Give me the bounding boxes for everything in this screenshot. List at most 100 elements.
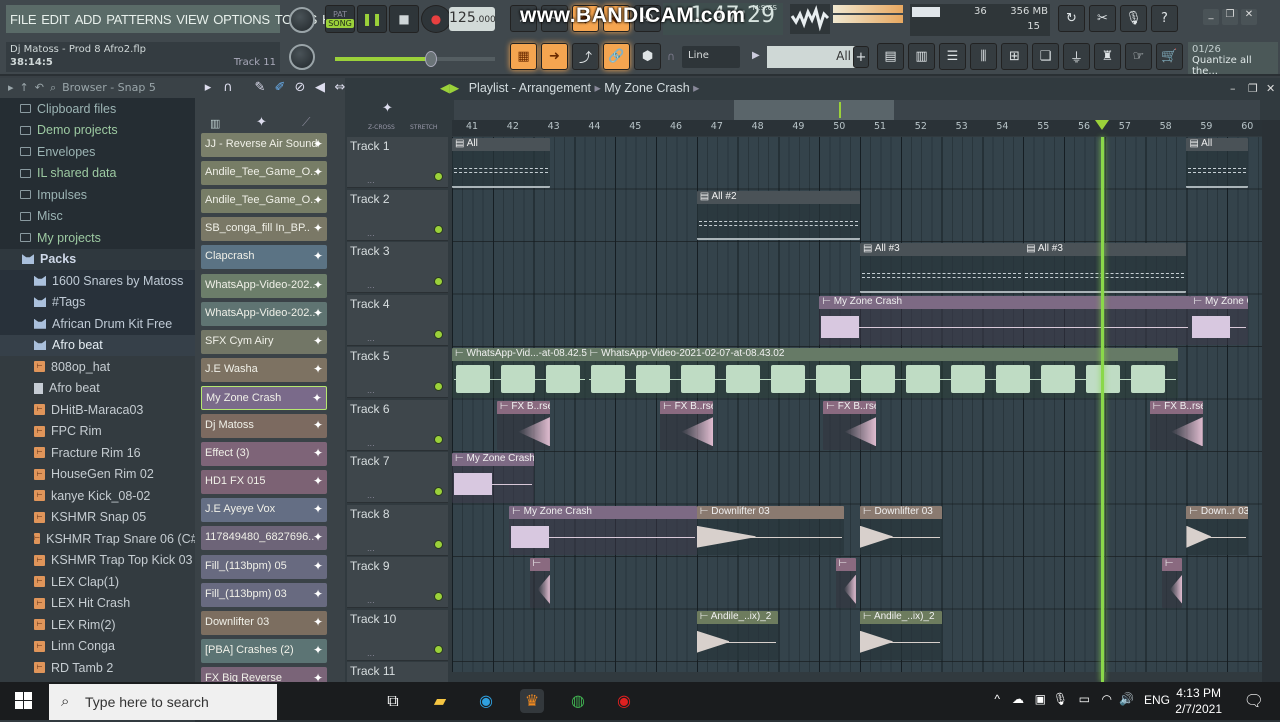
track-mute-led[interactable]: [434, 487, 443, 496]
menu-arrow-icon[interactable]: ▸: [200, 80, 216, 95]
browser-search-icon[interactable]: ⌕: [50, 81, 56, 95]
browser-back-icon[interactable]: ▸: [8, 81, 14, 95]
channel-item[interactable]: My Zone Crash ✦: [201, 385, 327, 410]
track-header[interactable]: Track 8...: [347, 504, 448, 556]
clip-header[interactable]: ⊢ My Zone Crash: [452, 453, 534, 466]
track-mute-led[interactable]: [434, 539, 443, 549]
snap-selector[interactable]: Line: [682, 46, 740, 68]
speaker-icon[interactable]: ◀▶: [440, 81, 459, 95]
cut-tool-icon[interactable]: ✂: [1089, 5, 1116, 32]
pencil-tool-icon[interactable]: ✎: [252, 80, 268, 95]
clip-header[interactable]: ⊢: [1161, 558, 1183, 571]
channel-item[interactable]: 117849480_6827696.. ✦: [201, 526, 327, 551]
camera-icon[interactable]: ▣: [1035, 692, 1046, 706]
clip-header[interactable]: ⊢ Andile_..ix)_2: [860, 610, 942, 624]
main-pitch-knob[interactable]: [289, 44, 315, 70]
track-header[interactable]: Track 2...: [347, 189, 448, 241]
track-header[interactable]: Track 3...: [347, 242, 448, 293]
channel-item[interactable]: WhatsApp-Video-202.. ✦: [201, 273, 327, 298]
track-mute-led[interactable]: [434, 224, 443, 234]
clip-header[interactable]: ⊢ FX B..rse: [1149, 400, 1203, 414]
playlist-overview-scrollbar[interactable]: [454, 100, 1260, 120]
channel-item[interactable]: SB_conga_fill In_BP.. ✦: [201, 217, 327, 242]
browser-file[interactable]: ⊢ KSHMR Snap 05: [0, 506, 195, 528]
playlist-vertical-scrollbar[interactable]: [1262, 120, 1280, 682]
track-mute-led[interactable]: [434, 277, 443, 286]
link-icon[interactable]: 🔗: [603, 43, 630, 70]
channel-item[interactable]: [PBA] Crashes (2) ✦: [201, 638, 327, 663]
browser-folder[interactable]: My projects: [0, 227, 195, 249]
audio-clip[interactable]: ⊢: [1161, 558, 1183, 608]
audio-clip[interactable]: ⊢ My Zone Crash: [509, 505, 697, 555]
channel-item[interactable]: Downlifter 03 ✦: [201, 610, 327, 635]
browser-folder[interactable]: IL shared data: [0, 163, 195, 185]
delete-tool-icon[interactable]: ⊘: [292, 80, 308, 95]
audio-clip[interactable]: ⊢ Downlifter 03: [696, 505, 844, 555]
browser-folder[interactable]: Clipboard files: [0, 98, 195, 120]
hint-panel[interactable]: 01/26 Quantize all the...: [1188, 42, 1278, 77]
channel-item[interactable]: J.E Ayeye Vox ✦: [201, 498, 327, 523]
clip-header[interactable]: ⊢ My Zone Crash: [819, 295, 1191, 309]
browser-file[interactable]: Afro beat: [0, 377, 195, 399]
clip-header[interactable]: ▤ All #3: [860, 243, 1024, 256]
audio-clip[interactable]: ⊢ FX B..rse: [1149, 400, 1203, 450]
track-menu-dots[interactable]: ...: [367, 281, 375, 290]
browser-file[interactable]: ⊢ HouseGen Rim 02: [0, 463, 195, 485]
close-icon[interactable]: ✕: [1241, 9, 1257, 25]
master-volume-slider[interactable]: [335, 51, 495, 67]
magnet-snap-icon[interactable]: ∩: [220, 80, 236, 95]
playlist-title-bar[interactable]: ◀▶ Playlist - Arrangement ▸ My Zone Cras…: [440, 80, 699, 95]
browser-file[interactable]: ⊢ Linn Conga: [0, 635, 195, 657]
mute-tool-icon[interactable]: ◀: [312, 80, 328, 95]
clip-header[interactable]: ⊢ WhatsApp-Video-2021-02-07-at-08.43.02: [586, 348, 1179, 361]
clip-header[interactable]: ⊢ FX B..rse: [660, 400, 714, 414]
browser-up-icon[interactable]: ↑: [20, 81, 29, 95]
overview-window[interactable]: [734, 100, 894, 120]
shop-cart-icon[interactable]: 🛒: [1156, 43, 1183, 70]
track-mute-led[interactable]: [434, 329, 443, 339]
clip-header[interactable]: ⊢ WhatsApp-Vid...-at-08.42.58: [452, 348, 587, 361]
browser-file[interactable]: ⊢ KSHMR Trap Top Kick 03: [0, 549, 195, 571]
channel-rack-icon[interactable]: ☰: [939, 43, 966, 70]
audio-clip[interactable]: ⊢ Down..r 03: [1186, 505, 1248, 555]
onedrive-icon[interactable]: ☁: [1012, 692, 1024, 706]
pattern-clip[interactable]: ▤ All: [1186, 138, 1248, 188]
track-menu-dots[interactable]: ...: [367, 229, 375, 238]
taskbar-search-box[interactable]: ⌕ Type here to search: [49, 684, 277, 720]
track-header[interactable]: Track 4...: [347, 294, 448, 346]
browser-icon[interactable]: ⊞: [1001, 43, 1028, 70]
channel-item[interactable]: Fill_(113bpm) 03 ✦: [201, 582, 327, 607]
mixer-icon[interactable]: ⫼: [970, 43, 997, 70]
audio-clip[interactable]: ⊢: [835, 558, 856, 608]
channel-item[interactable]: WhatsApp-Video-202.. ✦: [201, 301, 327, 326]
microphone-icon[interactable]: 🎙: [1120, 5, 1147, 32]
audio-clip[interactable]: ⊢ FX B..rse: [823, 400, 877, 450]
playlist-restore-icon[interactable]: ❐: [1248, 82, 1258, 95]
browser-file[interactable]: ⊢ 808op_hat: [0, 356, 195, 378]
menu-file[interactable]: FILE: [10, 12, 37, 27]
undo-history-icon[interactable]: ↻: [1058, 5, 1085, 32]
clip-header[interactable]: ▤ All #2: [696, 190, 860, 204]
clip-header[interactable]: ⊢: [835, 558, 856, 571]
pattern-clip[interactable]: ▤ All: [452, 138, 550, 188]
notifications-icon[interactable]: 🗨: [1244, 691, 1264, 711]
master-volume-thumb[interactable]: [425, 51, 437, 67]
record-button[interactable]: ●: [421, 5, 451, 33]
menu-view[interactable]: VIEW: [176, 12, 208, 27]
tray-expand-icon[interactable]: ^: [994, 692, 1000, 706]
browser-folder[interactable]: Impulses: [0, 184, 195, 206]
audio-clip[interactable]: ⊢ Andile_..ix)_2: [860, 610, 942, 660]
browser-file[interactable]: ⊢ RD Tamb 2: [0, 657, 195, 679]
clip-header[interactable]: ⊢ Andile_..ix)_2: [696, 610, 779, 624]
pattern-prev-icon[interactable]: ▶: [752, 50, 760, 61]
pattern-clip[interactable]: ▤ All #3: [1023, 243, 1187, 293]
piano-roll-icon[interactable]: ▥: [908, 43, 935, 70]
browser-folder[interactable]: Demo projects: [0, 120, 195, 142]
tempo-field[interactable]: 125.000: [449, 7, 496, 31]
track-header[interactable]: Track 5...: [347, 347, 448, 398]
clip-header[interactable]: ▤ All: [1186, 138, 1248, 151]
clip-header[interactable]: ⊢ Downlifter 03: [860, 505, 942, 519]
pattern-selector[interactable]: All: [767, 46, 857, 68]
track-menu-dots[interactable]: ...: [367, 386, 375, 395]
browser-pack[interactable]: African Drum Kit Free: [0, 313, 195, 335]
